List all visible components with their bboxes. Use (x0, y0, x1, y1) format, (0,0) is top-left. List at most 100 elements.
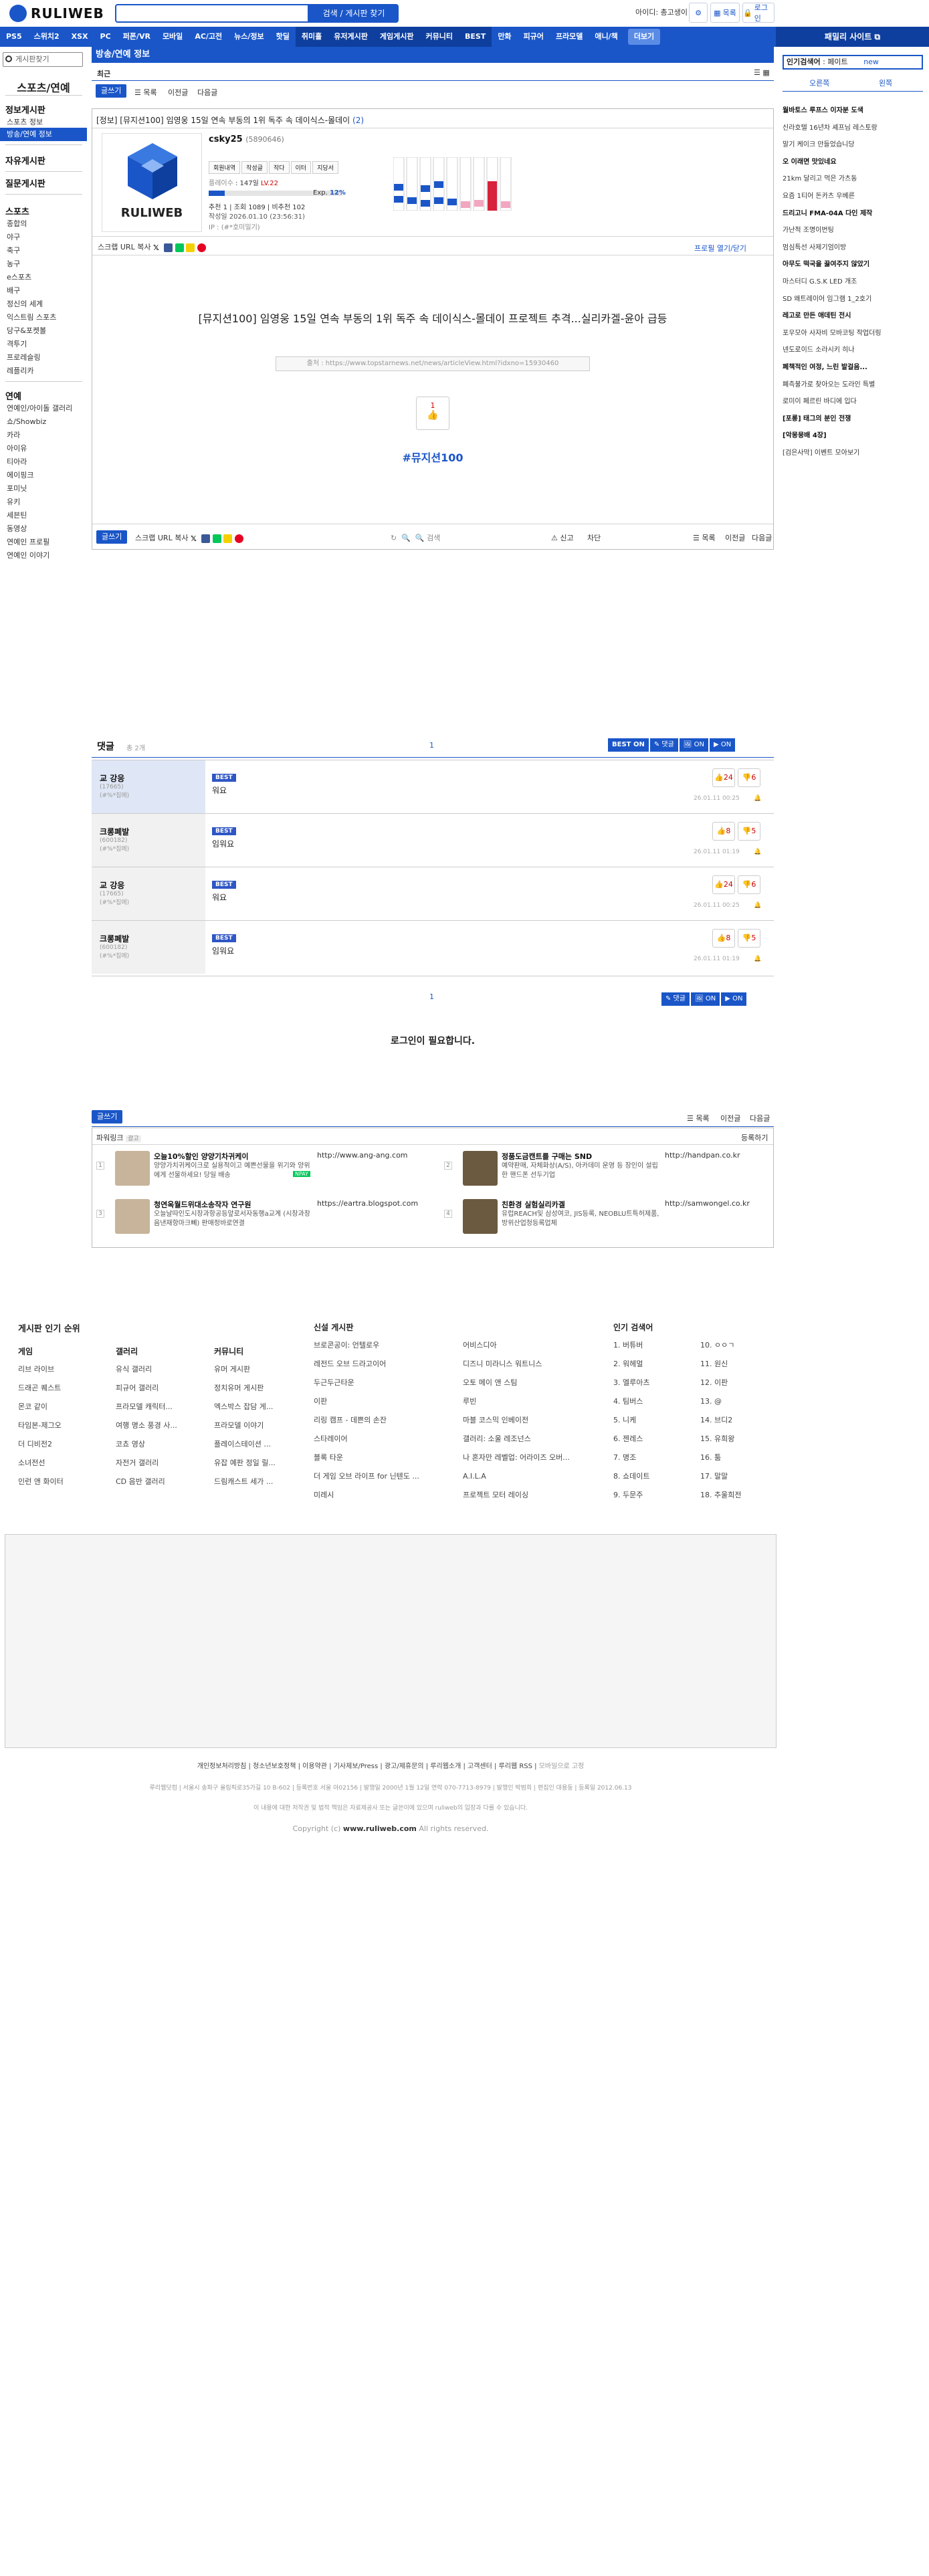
comment-upvote-button[interactable]: 👍24 (712, 768, 735, 787)
rank-item[interactable]: 유잡 예판 정일 릴... (214, 1454, 276, 1473)
rank-item[interactable]: 15. 유희왕 (700, 1430, 741, 1448)
sidebar-item[interactable]: 스포츠 정보 (7, 116, 43, 127)
sidebar-item[interactable]: 야구 (7, 231, 20, 242)
rank-item[interactable]: 플레이스테이션 ... (214, 1435, 276, 1454)
rank-item[interactable]: 어비스디아 (463, 1336, 570, 1355)
bell-icon[interactable]: 🔔 (754, 849, 761, 855)
rank-item[interactable]: 유머 게시판 (214, 1360, 276, 1379)
gnb-item[interactable]: 애니/책 (589, 27, 623, 47)
gnb-item[interactable]: 커뮤니티 (419, 27, 459, 47)
ad-title[interactable]: 오늘10%할인 양양기차귀케이 (154, 1151, 248, 1162)
next-button-mid[interactable]: 다음글 (752, 532, 772, 543)
rank-item[interactable]: 드림캐스트 세가 ... (214, 1473, 276, 1491)
naver-share-icon[interactable] (212, 534, 221, 543)
sidebar-item[interactable]: 방송/연예 정보 (0, 128, 87, 141)
gnb-item[interactable]: 만화 (492, 27, 517, 47)
hot-post-item[interactable]: 말기 케이크 만들었습니당 (783, 138, 923, 148)
gnb-item[interactable]: 모바일 (157, 27, 189, 47)
gnb-item[interactable]: PC (94, 27, 117, 47)
hot-post-item[interactable]: 아무도 떡국을 끓여주지 않았기 (783, 258, 923, 268)
gnb-item[interactable]: 퍼폰/VR (117, 27, 157, 47)
sidebar-section[interactable]: 자유게시판 (5, 154, 45, 167)
gnb-item[interactable]: 스위치2 (28, 27, 66, 47)
hot-post-item[interactable]: 신라호텔 16년차 셰프님 레스토랑 (783, 122, 923, 132)
hot-post-item[interactable]: 포우모아 사자비 모바코팅 작업더링 (783, 327, 923, 337)
sidebar-section[interactable]: 정보게시판 (5, 103, 45, 116)
sidebar-item[interactable]: 에이핑크 (7, 469, 33, 480)
rank-item[interactable]: 루빈 (463, 1392, 570, 1411)
sidebar-item[interactable]: 연예인 프로필 (7, 536, 49, 547)
sidebar-item[interactable]: 세븐틴 (7, 510, 27, 520)
ad-url[interactable]: http://www.ang-ang.com (317, 1151, 408, 1160)
rank-item[interactable]: 13. @ (700, 1392, 741, 1411)
sidebar-item[interactable]: 종합의 (7, 218, 27, 229)
best-on-toggle[interactable]: BEST ON (608, 738, 649, 752)
sidebar-item[interactable]: 포미닛 (7, 483, 27, 494)
partner-sites-link[interactable]: 패밀리 사이트 ⧉ (776, 27, 929, 47)
reply-button[interactable]: ✎ 댓글 (661, 992, 690, 1006)
kakao-share-icon[interactable] (223, 534, 233, 543)
footer-link[interactable]: 개인정보처리방침 (197, 1763, 247, 1770)
source-link[interactable]: 출처 : https://www.topstarnews.net/news/ar… (276, 356, 590, 371)
rank-item[interactable]: 리링 캠프 - 데쁜의 손잔 (314, 1411, 419, 1430)
rank-item[interactable]: 12. 이판 (700, 1374, 741, 1392)
comment-downvote-button[interactable]: 👎5 (738, 822, 760, 841)
rank-item[interactable]: 레전드 오브 드라고이어 (314, 1355, 419, 1374)
bell-icon[interactable]: 🔔 (754, 956, 761, 962)
write-button-mid[interactable]: 글쓰기 (96, 530, 128, 544)
sidebar-item[interactable]: 배구 (7, 285, 20, 296)
rank-item[interactable]: 블록 타운 (314, 1448, 419, 1467)
sidebar-title[interactable]: 스포츠/연예 (0, 79, 87, 95)
tab-right[interactable]: 오른쪽 (809, 78, 829, 88)
hot-post-item[interactable]: 요즘 1티어 돈카츠 우베른 (783, 190, 923, 200)
login-button[interactable]: 🔒 로그인 (742, 3, 775, 23)
hot-post-item[interactable]: 21km 달리고 먹은 가츠동 (783, 173, 923, 183)
kakao-share-icon[interactable] (186, 243, 195, 252)
prev-button-bottom[interactable]: 이전글 (720, 1113, 740, 1123)
next-button-bottom[interactable]: 다음글 (750, 1113, 770, 1123)
hashtag[interactable]: #뮤지션100 (92, 449, 773, 465)
rank-item[interactable]: 몬코 같이 (18, 1398, 64, 1416)
rank-item[interactable]: 리브 라이브 (18, 1360, 64, 1379)
sidebar-item[interactable]: 레플리카 (7, 365, 33, 376)
sidebar-item[interactable]: e스포츠 (7, 272, 31, 282)
list-button-mid[interactable]: ☰ 목록 (693, 532, 716, 543)
rank-item[interactable]: 이판 (314, 1392, 419, 1411)
next-button-top[interactable]: 다음글 (197, 87, 217, 98)
x-share-icon[interactable]: 𝕏 (152, 243, 162, 252)
rank-item[interactable]: 자전거 갤러리 (116, 1454, 177, 1473)
sidebar-item[interactable]: 아이유 (7, 443, 27, 453)
ad-title[interactable]: 친환경 실험실리카겔 (502, 1199, 565, 1210)
sidebar-item[interactable]: 연예인 이야기 (7, 550, 49, 560)
author-avatar[interactable]: RULIWEB (102, 133, 202, 232)
facebook-share-icon[interactable] (164, 243, 173, 252)
hot-post-item[interactable]: [검은사막] 이벤트 모아보기 (783, 447, 923, 457)
url-copy-button[interactable]: URL 복사 (120, 243, 151, 251)
hot-post-item[interactable]: 멈심특선 사제기엄이방 (783, 241, 923, 251)
reply-button[interactable]: ✎ 댓글 (649, 738, 678, 752)
profile-toggle[interactable]: 프로필 열기/닫기 (694, 243, 746, 253)
rank-item[interactable]: 드래곤 퀘스트 (18, 1379, 64, 1398)
list-button-top[interactable]: ☰ 목록 (134, 87, 157, 98)
sidebar-item[interactable]: 정신의 세계 (7, 298, 43, 309)
video-on-toggle[interactable]: ▶ ON (721, 992, 747, 1006)
sidebar-item[interactable]: 축구 (7, 245, 20, 255)
hot-post-item[interactable]: 넨도로이드 소라시키 히나 (783, 344, 923, 354)
tab-left[interactable]: 왼쪽 (879, 78, 892, 88)
hot-post-item[interactable]: 레고로 만든 애데틴 전시 (783, 310, 923, 320)
gnb-item[interactable]: 취미홀 (295, 27, 328, 47)
zoom-in-icon[interactable]: 🔍 (415, 534, 425, 542)
comment-upvote-button[interactable]: 👍8 (712, 822, 735, 841)
hot-post-item[interactable]: [포롱] 태그의 분인 전쟁 (783, 413, 923, 423)
comment-author[interactable]: 크롱폐발 (600182) (#%*집에) (92, 814, 205, 867)
comment-author[interactable]: 교 강응 (17665) (#%*집에) (92, 867, 205, 920)
ad-item[interactable]: 4 친환경 실험실리카겔 유럽REACH및 삼성여코, JIS등록, NEOBLU트… (440, 1199, 775, 1241)
profile-tab[interactable]: 이터 (290, 161, 312, 174)
scrap-button[interactable]: 스크랩 (98, 243, 118, 251)
gnb-item[interactable]: 피규어 (518, 27, 550, 47)
sidebar-section[interactable]: 질문게시판 (5, 177, 45, 189)
hot-post-item[interactable]: 폐측불가로 찾아오는 도라인 특별 (783, 379, 923, 389)
rank-item[interactable]: 11. 원신 (700, 1355, 741, 1374)
zoom-out-icon[interactable]: 🔍 (401, 534, 411, 542)
rank-item[interactable]: 10. ㅇㅇㄱ (700, 1336, 741, 1355)
